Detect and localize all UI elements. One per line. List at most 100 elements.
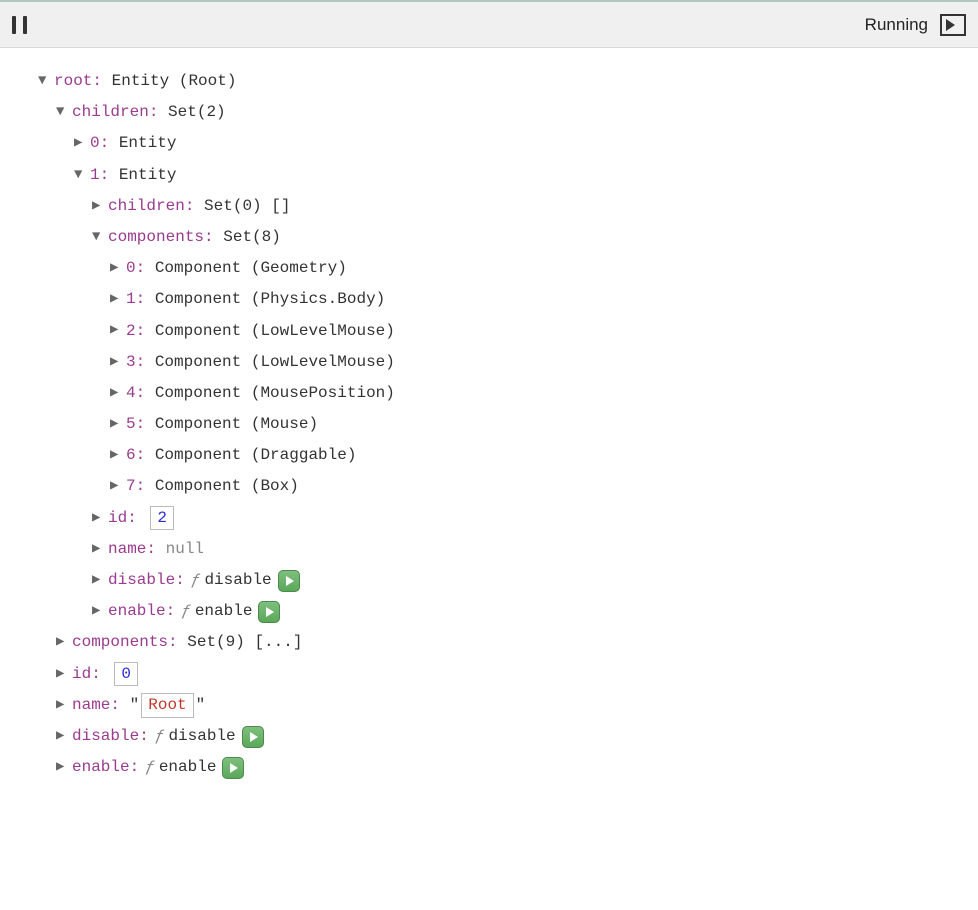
value-c1-enable: enable [195,596,253,627]
component-row[interactable]: 2: Component (LowLevelMouse) [38,316,966,347]
chevron-right-icon[interactable] [92,193,106,220]
key-comp: 1 [126,284,136,315]
value-comp: Component (Mouse) [155,409,318,440]
toolbar-left [12,16,27,34]
chevron-right-icon[interactable] [110,317,124,344]
chevron-right-icon[interactable] [56,723,70,750]
root-components-row[interactable]: components: Set(9) [...] [38,627,966,658]
value-comp: Component (Box) [155,471,299,502]
chevron-down-icon[interactable] [74,162,88,189]
key-comp: 2 [126,316,136,347]
child-1-name-row[interactable]: name: null [38,534,966,565]
key-comp: 3 [126,347,136,378]
invoke-button[interactable] [258,601,280,623]
chevron-down-icon[interactable] [38,68,52,95]
key-c1-name: name [108,534,146,565]
function-icon: ƒ [145,752,155,783]
value-root-components: Set(9) [...] [187,627,302,658]
chevron-right-icon[interactable] [110,255,124,282]
children-row[interactable]: children: Set(2) [38,97,966,128]
key-root-disable: disable [72,721,139,752]
chevron-right-icon[interactable] [110,442,124,469]
component-row[interactable]: 4: Component (MousePosition) [38,378,966,409]
component-row[interactable]: 7: Component (Box) [38,471,966,502]
value-root-id[interactable]: 0 [114,662,138,686]
chevron-right-icon[interactable] [92,536,106,563]
value-c1-id[interactable]: 2 [150,506,174,530]
chevron-right-icon[interactable] [110,473,124,500]
child-0-row[interactable]: 0: Entity [38,128,966,159]
key-comp: 6 [126,440,136,471]
component-row[interactable]: 5: Component (Mouse) [38,409,966,440]
key-root-enable: enable [72,752,130,783]
chevron-down-icon[interactable] [92,224,106,251]
child-1-disable-row[interactable]: disable: ƒ disable [38,565,966,596]
key-comp: 0 [126,253,136,284]
chevron-right-icon[interactable] [110,349,124,376]
value-comp: Component (Physics.Body) [155,284,385,315]
quote: " [196,690,206,721]
invoke-button[interactable] [242,726,264,748]
root-row[interactable]: root: Entity (Root) [38,66,966,97]
invoke-button[interactable] [222,757,244,779]
component-row[interactable]: 0: Component (Geometry) [38,253,966,284]
key-comp: 7 [126,471,136,502]
value-child-1: Entity [119,160,177,191]
child-1-components-row[interactable]: components: Set(8) [38,222,966,253]
object-tree: root: Entity (Root) children: Set(2) 0: … [0,48,978,795]
value-comp: Component (Geometry) [155,253,347,284]
key-children: children [72,97,149,128]
chevron-right-icon[interactable] [56,754,70,781]
value-comp: Component (Draggable) [155,440,357,471]
value-comp: Component (MousePosition) [155,378,395,409]
value-root-name[interactable]: Root [141,693,193,717]
key-root-id: id [72,659,91,690]
value-children: Set(2) [168,97,226,128]
child-1-children-row[interactable]: children: Set(0) [] [38,191,966,222]
value-c1-children: Set(0) [] [204,191,290,222]
key-c1-disable: disable [108,565,175,596]
root-id-row[interactable]: id: 0 [38,659,966,690]
child-1-enable-row[interactable]: enable: ƒ enable [38,596,966,627]
toolbar-right: Running [865,14,966,36]
key-root-name: name [72,690,110,721]
chevron-right-icon[interactable] [56,661,70,688]
child-1-id-row[interactable]: id: 2 [38,503,966,534]
chevron-right-icon[interactable] [56,692,70,719]
chevron-right-icon[interactable] [92,505,106,532]
function-icon: ƒ [191,565,201,596]
invoke-button[interactable] [278,570,300,592]
component-row[interactable]: 1: Component (Physics.Body) [38,284,966,315]
key-comp: 4 [126,378,136,409]
toolbar: Running [0,2,978,48]
chevron-right-icon[interactable] [110,286,124,313]
key-c1-children: children [108,191,185,222]
root-name-row[interactable]: name: "Root" [38,690,966,721]
key-c1-components: components [108,222,204,253]
value-root-enable: enable [159,752,217,783]
key-c1-id: id [108,503,127,534]
chevron-right-icon[interactable] [74,130,88,157]
value-c1-name: null [166,534,204,565]
step-button[interactable] [940,14,966,36]
component-row[interactable]: 3: Component (LowLevelMouse) [38,347,966,378]
key-child-0: 0 [90,128,100,159]
function-icon: ƒ [155,721,165,752]
root-disable-row[interactable]: disable: ƒ disable [38,721,966,752]
key-root-components: components [72,627,168,658]
value-comp: Component (LowLevelMouse) [155,347,395,378]
child-1-row[interactable]: 1: Entity [38,160,966,191]
pause-button[interactable] [12,16,27,34]
function-icon: ƒ [181,596,191,627]
value-c1-disable: disable [204,565,271,596]
component-row[interactable]: 6: Component (Draggable) [38,440,966,471]
chevron-right-icon[interactable] [92,598,106,625]
chevron-right-icon[interactable] [92,567,106,594]
key-c1-enable: enable [108,596,166,627]
chevron-right-icon[interactable] [110,411,124,438]
chevron-down-icon[interactable] [56,99,70,126]
key-comp: 5 [126,409,136,440]
chevron-right-icon[interactable] [110,380,124,407]
root-enable-row[interactable]: enable: ƒ enable [38,752,966,783]
chevron-right-icon[interactable] [56,629,70,656]
